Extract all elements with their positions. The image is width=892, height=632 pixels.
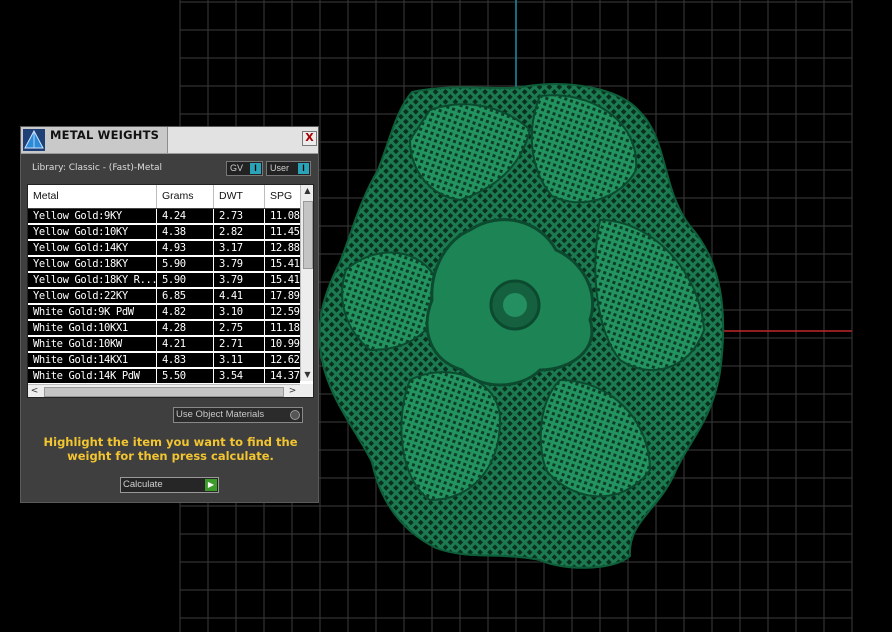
cell-dwt: 3.10 [214,305,265,320]
cell-grams: 5.50 [157,369,214,384]
close-icon: X [305,131,314,144]
cell-spg: 14.37 [270,370,300,382]
scroll-right-icon[interactable]: > [286,385,299,397]
cell-metal: White Gold:14KX1 [28,353,157,368]
metal-table: Metal Grams DWT SPG Yellow Gold:9KY 4.24 2… [27,184,314,398]
table-row[interactable]: White Gold:14K PdW 5.50 3.54 14.37 [28,369,300,384]
panel-title: METAL WEIGHTS [50,128,160,142]
use-object-materials-label: Use Object Materials [176,409,265,420]
table-row[interactable]: Yellow Gold:18KY R... 5.90 3.79 15.41 [28,273,300,288]
library-label: Library: Classic - (Fast)-Metal [32,163,163,173]
metal-weights-panel: METAL WEIGHTS X Library: Classic - (Fast… [20,126,319,503]
title-tab: METAL WEIGHTS [21,127,168,153]
cell-grams: 4.28 [157,321,214,336]
cell-spg: 11.18 [270,322,300,334]
cell-dwt: 2.71 [214,337,265,352]
user-toggle[interactable]: User I [266,161,311,176]
cell-spg: 12.88 [270,242,300,254]
cell-dwt: 3.17 [214,241,265,256]
pyramid-logo-icon [23,129,45,151]
scrollbar-corner [300,384,313,397]
column-header-dwt[interactable]: DWT [214,185,265,208]
cell-spg: 17.89 [270,290,300,302]
use-object-materials-checkbox[interactable]: Use Object Materials [173,407,303,423]
column-header-grams[interactable]: Grams [157,185,214,208]
title-bar[interactable]: METAL WEIGHTS X [21,127,318,154]
cell-spg: 11.45 [270,226,300,238]
cell-metal: White Gold:14K PdW [28,369,157,384]
gv-toggle-label: GV [230,163,244,173]
table-row[interactable]: White Gold:10KW 4.21 2.71 10.99 [28,337,300,352]
toggle-knob-icon: I [298,163,309,174]
cell-spg: 15.41 [270,274,300,286]
cell-metal: Yellow Gold:14KY [28,241,157,256]
cell-metal: White Gold:10KW [28,337,157,352]
table-header: Metal Grams DWT SPG [28,185,300,209]
column-header-metal[interactable]: Metal [28,185,157,208]
cell-grams: 4.93 [157,241,214,256]
cell-grams: 6.85 [157,289,214,304]
cell-grams: 5.90 [157,257,214,272]
cell-grams: 4.24 [157,209,214,224]
gv-toggle[interactable]: GV I [226,161,263,176]
cell-spg: 10.99 [270,338,300,350]
cell-spg: 11.08 [270,210,300,222]
cell-dwt: 3.54 [214,369,265,384]
cell-metal: Yellow Gold:22KY [28,289,157,304]
cell-metal: Yellow Gold:9KY [28,209,157,224]
cell-dwt: 3.11 [214,353,265,368]
cell-spg: 15.41 [270,258,300,270]
vertical-scrollbar[interactable]: ▲ ▼ [300,185,313,381]
column-header-spg[interactable]: SPG [265,185,300,208]
scroll-down-icon[interactable]: ▼ [301,369,313,381]
cell-metal: White Gold:10KX1 [28,321,157,336]
table-row[interactable]: Yellow Gold:10KY 4.38 2.82 11.45 [28,225,300,240]
scroll-up-icon[interactable]: ▲ [301,185,313,197]
cell-dwt: 3.79 [214,273,265,288]
cell-dwt: 3.79 [214,257,265,272]
cell-metal: Yellow Gold:18KY R... [28,273,157,288]
cell-spg: 12.59 [270,306,300,318]
table-row[interactable]: Yellow Gold:18KY 5.90 3.79 15.41 [28,257,300,272]
toggle-knob-icon: I [250,163,261,174]
cell-dwt: 2.73 [214,209,265,224]
cell-dwt: 2.75 [214,321,265,336]
calculate-label: Calculate [123,479,163,490]
horizontal-scrollbar[interactable]: < > [28,384,300,397]
cell-grams: 4.82 [157,305,214,320]
flower-pendant-model[interactable] [318,83,725,569]
user-toggle-label: User [270,163,290,173]
table-row[interactable]: Yellow Gold:22KY 6.85 4.41 17.89 [28,289,300,304]
cell-dwt: 2.82 [214,225,265,240]
instruction-text: Highlight the item you want to find the … [43,435,298,463]
cell-metal: Yellow Gold:18KY [28,257,157,272]
table-row[interactable]: White Gold:14KX1 4.83 3.11 12.62 [28,353,300,368]
cell-spg: 12.62 [270,354,300,366]
table-row[interactable]: Yellow Gold:14KY 4.93 3.17 12.88 [28,241,300,256]
cell-dwt: 4.41 [214,289,265,304]
cell-metal: Yellow Gold:10KY [28,225,157,240]
table-row[interactable]: White Gold:10KX1 4.28 2.75 11.18 [28,321,300,336]
radio-icon [290,410,300,420]
table-row[interactable]: Yellow Gold:9KY 4.24 2.73 11.08 [28,209,300,224]
cell-grams: 5.90 [157,273,214,288]
horizontal-scroll-thumb[interactable] [44,387,284,397]
cell-grams: 4.38 [157,225,214,240]
calculate-button[interactable]: Calculate ▶ [120,477,219,493]
play-arrow-icon: ▶ [205,479,217,491]
table-row[interactable]: White Gold:9K PdW 4.82 3.10 12.59 [28,305,300,320]
cell-grams: 4.21 [157,337,214,352]
close-button[interactable]: X [302,131,317,146]
vertical-scroll-thumb[interactable] [303,201,313,269]
cell-metal: White Gold:9K PdW [28,305,157,320]
cell-grams: 4.83 [157,353,214,368]
scroll-left-icon[interactable]: < [28,385,41,397]
